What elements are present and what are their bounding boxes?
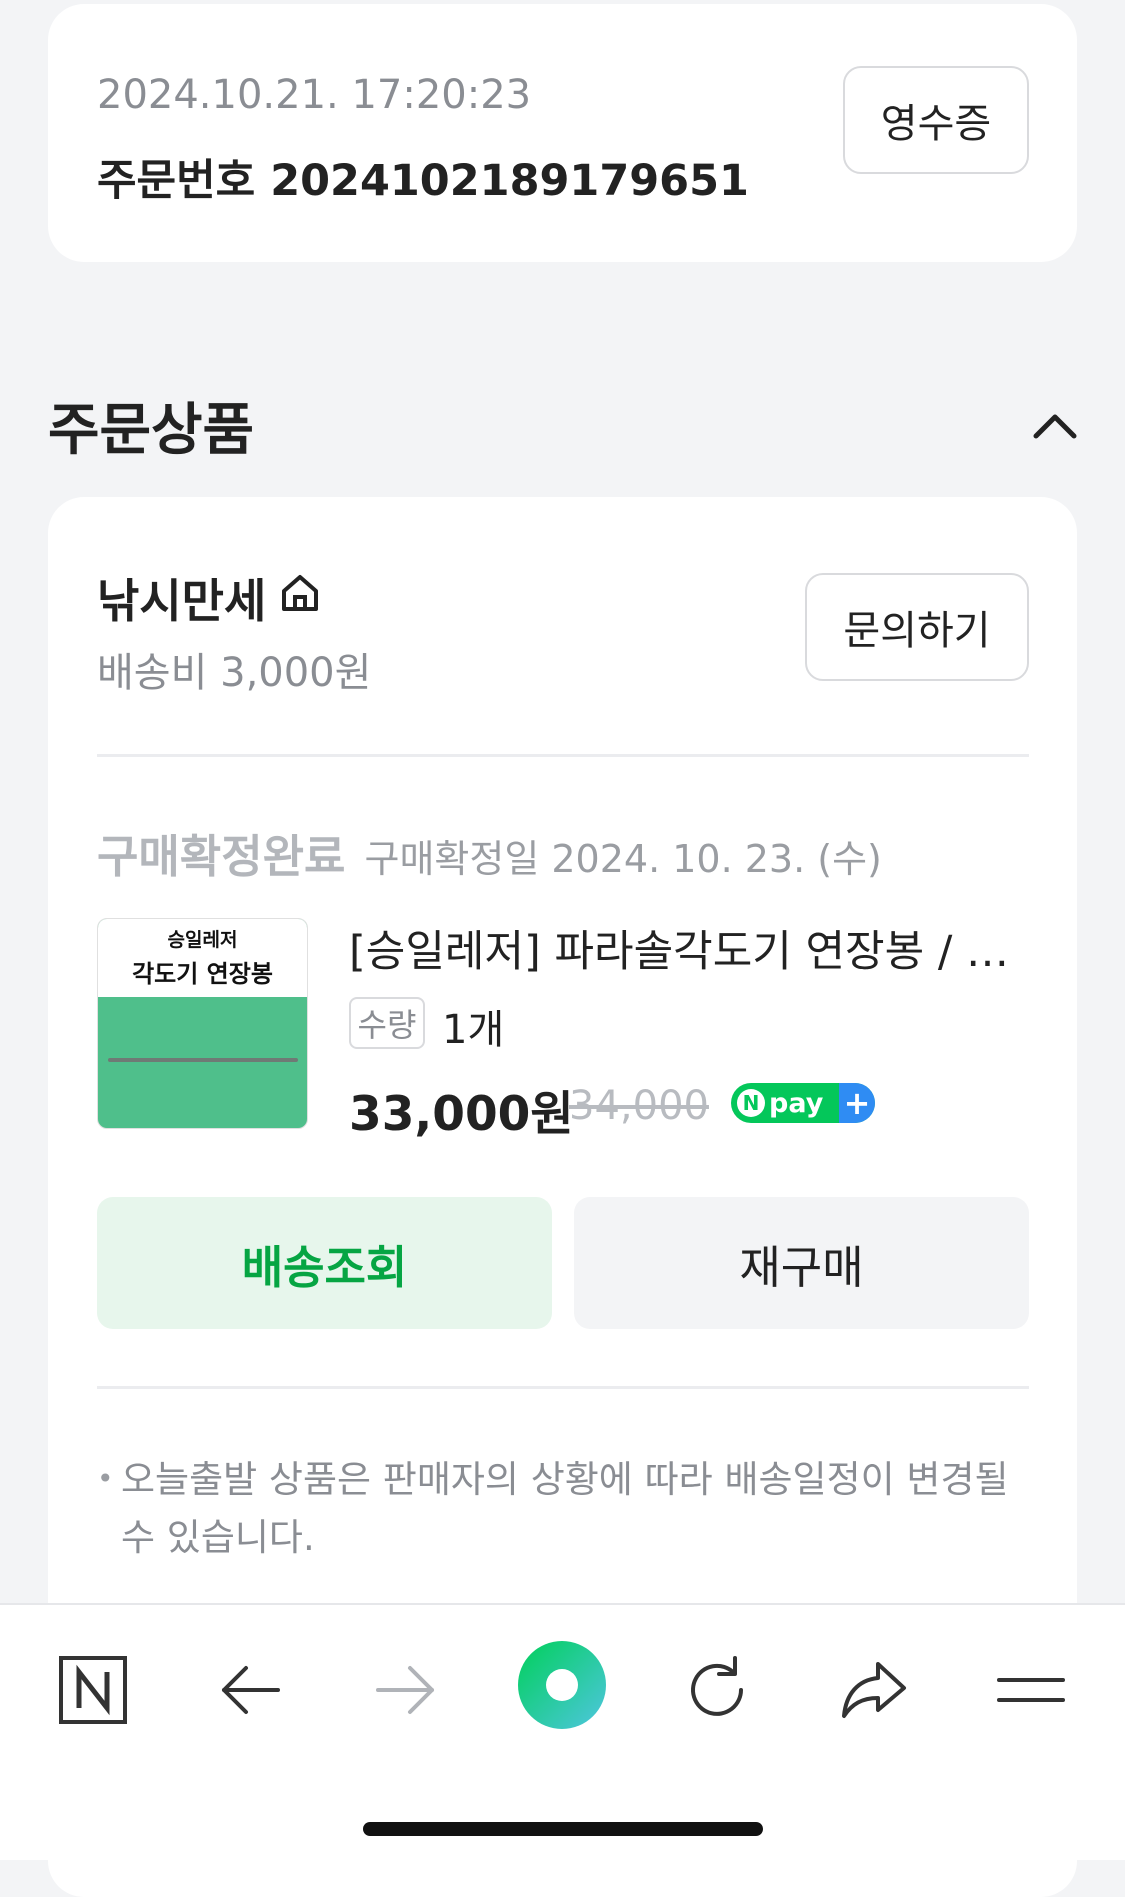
store-home-icon[interactable] [276, 569, 324, 617]
product-name[interactable]: [승일레저] 파라솔각도기 연장봉 / 낚시파라솔 [349, 917, 1029, 979]
thumbnail-title: 각도기 연장봉 [132, 960, 273, 988]
npay-n-icon: N [737, 1089, 765, 1117]
track-delivery-button[interactable]: 배송조회 [97, 1197, 552, 1329]
purchase-status-line: 구매확정완료 구매확정일 2024. 10. 23. (수) [97, 820, 882, 885]
divider [97, 1386, 1029, 1389]
thumbnail-header: 승일레저 각도기 연장봉 [98, 919, 307, 997]
shipping-notice: 오늘출발 상품은 판매자의 상황에 따라 배송일정이 변경될 수 있습니다. [121, 1458, 1009, 1559]
receipt-button[interactable]: 영수증 [843, 66, 1029, 174]
shipping-fee: 배송비 3,000원 [97, 650, 372, 696]
purchase-status: 구매확정완료 [97, 830, 346, 883]
order-number: 주문번호 2024102189179651 [97, 156, 749, 206]
npay-label: pay [769, 1087, 824, 1119]
refresh-icon[interactable] [677, 1650, 757, 1730]
plus-icon: + [839, 1083, 875, 1123]
npay-plus-badge: N pay + [731, 1083, 875, 1123]
confirm-date: 구매확정일 2024. 10. 23. (수) [364, 837, 882, 881]
order-datetime: 2024.10.21. 17:20:23 [97, 72, 532, 118]
quantity-value: 1개 [442, 1007, 505, 1053]
green-dot-icon[interactable] [516, 1639, 608, 1731]
order-info-card: 2024.10.21. 17:20:23 주문번호 20241021891796… [48, 4, 1077, 262]
original-price: 34,000 [569, 1083, 709, 1129]
section-title: 주문상품 [48, 398, 255, 463]
naver-n-icon[interactable] [53, 1650, 133, 1730]
thumbnail-rod-image [108, 1058, 298, 1062]
rebuy-button[interactable]: 재구매 [574, 1197, 1029, 1329]
browser-toolbar [0, 1603, 1125, 1860]
divider [97, 754, 1029, 757]
product-thumbnail[interactable]: 승일레저 각도기 연장봉 [97, 918, 308, 1129]
share-icon[interactable] [834, 1650, 914, 1730]
sale-price: 33,000원 [349, 1087, 574, 1142]
thumbnail-brand: 승일레저 [167, 929, 238, 951]
quantity-badge: 수량 [349, 997, 425, 1049]
chevron-up-icon[interactable] [1028, 398, 1082, 452]
forward-arrow-icon[interactable] [366, 1650, 446, 1730]
menu-icon[interactable] [991, 1650, 1071, 1730]
bullet-icon: • [97, 1462, 114, 1495]
home-indicator[interactable] [363, 1822, 763, 1836]
store-name[interactable]: 낚시만세 [97, 565, 266, 631]
back-arrow-icon[interactable] [210, 1650, 290, 1730]
inquiry-button[interactable]: 문의하기 [805, 573, 1029, 681]
